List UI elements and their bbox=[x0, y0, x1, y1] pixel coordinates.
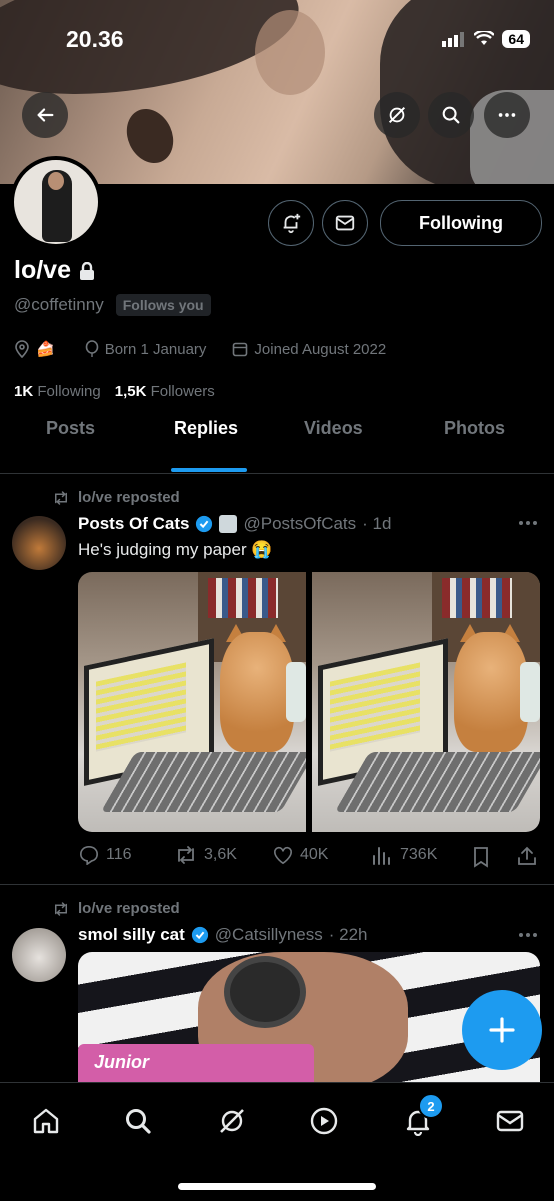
post-media-grid bbox=[78, 572, 540, 832]
more-button[interactable] bbox=[484, 92, 530, 138]
followers-count-link[interactable]: 1,5K Followers bbox=[115, 383, 215, 400]
repost-label: lo/ve reposted bbox=[78, 900, 180, 917]
verified-badge-icon bbox=[196, 515, 213, 533]
mail-icon bbox=[496, 1110, 524, 1132]
share-icon[interactable] bbox=[516, 845, 538, 867]
post-photo-2[interactable] bbox=[312, 572, 540, 832]
views-icon bbox=[373, 847, 390, 865]
plus-icon bbox=[489, 1017, 515, 1043]
post-time: · 22h bbox=[328, 925, 368, 944]
post-author-handle: @PostsOfCats bbox=[243, 514, 357, 533]
verified-badge-icon bbox=[191, 926, 208, 944]
search-icon bbox=[126, 1109, 151, 1134]
grok-icon bbox=[220, 1109, 244, 1133]
followers-count: 1,5K bbox=[114, 383, 147, 400]
post-text: He's judging my paper 😭 bbox=[78, 540, 273, 559]
back-button[interactable] bbox=[22, 92, 68, 138]
notifications-badge: 2 bbox=[418, 1093, 444, 1119]
repost-label: lo/ve reposted bbox=[78, 489, 180, 506]
grok-button[interactable] bbox=[374, 92, 420, 138]
bell-plus-icon bbox=[283, 213, 301, 234]
tab-photos[interactable]: Photos bbox=[444, 418, 505, 439]
like-count: 40K bbox=[300, 846, 329, 863]
nav-notifications[interactable]: 2 bbox=[398, 1093, 444, 1141]
arrow-left-icon bbox=[37, 108, 54, 122]
post-divider bbox=[0, 884, 554, 885]
tab-videos[interactable]: Videos bbox=[304, 418, 363, 439]
following-label: Following bbox=[37, 383, 101, 400]
balloon-icon bbox=[85, 340, 98, 357]
display-name: lo/ve bbox=[14, 256, 71, 284]
calendar-icon bbox=[233, 342, 248, 357]
following-count-link[interactable]: 1K Following bbox=[14, 383, 101, 400]
search-button[interactable] bbox=[428, 92, 474, 138]
post-photo-1[interactable] bbox=[78, 572, 306, 832]
mail-icon bbox=[335, 215, 355, 231]
message-button[interactable] bbox=[322, 200, 368, 246]
post-more-icon[interactable] bbox=[518, 930, 538, 940]
affiliate-badge-icon bbox=[219, 515, 238, 533]
tab-posts[interactable]: Posts bbox=[46, 418, 95, 439]
nav-video[interactable] bbox=[304, 1101, 344, 1141]
follows-you-badge: Follows you bbox=[115, 294, 211, 316]
following-count: 1K bbox=[14, 383, 34, 400]
media-package-label: Junior bbox=[94, 1052, 150, 1072]
wifi-icon bbox=[474, 31, 495, 45]
battery-indicator: 64 bbox=[502, 30, 530, 48]
joined-text: Joined August 2022 bbox=[254, 340, 387, 358]
profile-handle: @coffetinny bbox=[14, 295, 104, 314]
repost-icon bbox=[55, 901, 67, 916]
notifications-subscribe-button[interactable] bbox=[268, 200, 314, 246]
active-tab-indicator bbox=[171, 468, 247, 472]
post-author-name[interactable]: smol silly cat bbox=[78, 925, 185, 945]
tab-replies[interactable]: Replies bbox=[174, 418, 238, 439]
play-circle-icon bbox=[310, 1107, 338, 1135]
repost-button[interactable]: 3,6K bbox=[174, 845, 237, 865]
like-button[interactable]: 40K bbox=[272, 845, 328, 865]
reply-button[interactable]: 116 bbox=[78, 845, 132, 865]
nav-grok[interactable] bbox=[212, 1101, 252, 1141]
post-more-icon[interactable] bbox=[518, 518, 538, 528]
nav-messages[interactable] bbox=[490, 1101, 530, 1141]
repost-action-icon bbox=[178, 846, 194, 864]
views-button[interactable]: 736K bbox=[372, 845, 437, 865]
repost-count: 3,6K bbox=[204, 846, 237, 863]
compose-button[interactable] bbox=[462, 990, 542, 1070]
post-author-avatar[interactable] bbox=[12, 516, 66, 570]
post-author-avatar[interactable] bbox=[12, 928, 66, 982]
followers-label: Followers bbox=[150, 383, 215, 400]
status-icons: 64 bbox=[442, 30, 530, 48]
views-count: 736K bbox=[400, 846, 438, 863]
repost-icon bbox=[55, 490, 67, 505]
nav-home[interactable] bbox=[26, 1101, 66, 1141]
location-emoji: 🍰 bbox=[36, 341, 55, 358]
home-indicator bbox=[178, 1183, 376, 1190]
reply-icon bbox=[79, 845, 99, 865]
profile-avatar[interactable] bbox=[10, 156, 102, 248]
signal-icon bbox=[442, 32, 465, 47]
status-time: 20.36 bbox=[66, 26, 124, 52]
post-time: · 1d bbox=[362, 514, 392, 533]
reply-count: 116 bbox=[106, 846, 132, 863]
heart-icon bbox=[274, 846, 292, 865]
grok-icon bbox=[388, 106, 406, 124]
home-icon bbox=[33, 1108, 59, 1134]
birthday-text: Born 1 January bbox=[104, 340, 207, 358]
nav-search[interactable] bbox=[118, 1101, 158, 1141]
location-icon bbox=[15, 340, 29, 358]
bookmark-icon[interactable] bbox=[472, 846, 490, 868]
more-icon bbox=[498, 113, 516, 117]
tabs-divider bbox=[0, 473, 554, 474]
lock-icon bbox=[79, 261, 94, 280]
search-icon bbox=[442, 106, 460, 124]
post-author-name[interactable]: Posts Of Cats bbox=[78, 514, 189, 534]
post-author-handle: @Catsillyness bbox=[214, 925, 323, 944]
following-button[interactable]: Following bbox=[380, 200, 542, 246]
